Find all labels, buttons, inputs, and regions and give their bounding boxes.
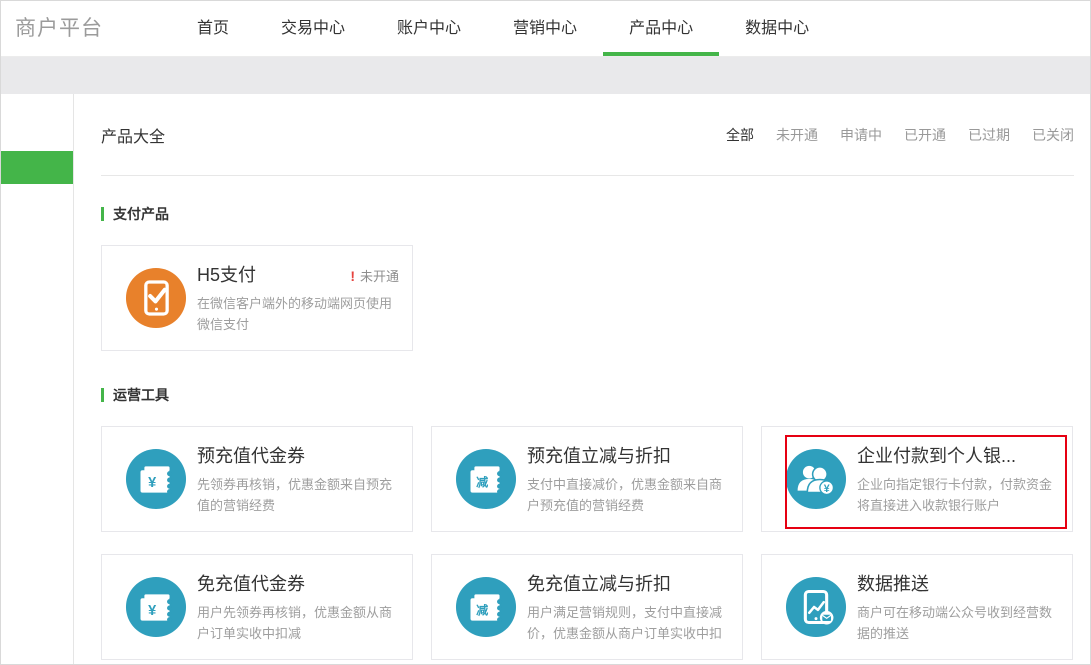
product-card-data-push[interactable]: 数据推送 商户可在移动端公众号收到经营数据的推送 xyxy=(761,554,1073,660)
nav-item-home[interactable]: 首页 xyxy=(171,1,255,56)
product-title: 免充值代金券 xyxy=(197,570,305,596)
main-content: 产品大全 全部 未开通 申请中 已开通 已过期 已关闭 支付产品 xyxy=(74,94,1090,664)
filter-not-opened[interactable]: 未开通 xyxy=(776,125,818,145)
section-marker xyxy=(101,207,104,221)
coupon-yen-icon: ¥ xyxy=(125,448,187,510)
status-badge: !未开通 xyxy=(350,266,401,285)
coupon-minus-icon: 减 xyxy=(455,576,517,638)
product-card-h5-pay[interactable]: H5支付 !未开通 在微信客户端外的移动端网页使用微信支付 xyxy=(101,245,413,351)
nav-item-trade-center[interactable]: 交易中心 xyxy=(255,1,371,56)
coupon-yen-icon: ¥ xyxy=(125,576,187,638)
page-title: 产品大全 xyxy=(101,123,165,147)
filter-closed[interactable]: 已关闭 xyxy=(1032,125,1074,145)
phone-chart-icon xyxy=(785,576,847,638)
filter-applying[interactable]: 申请中 xyxy=(840,125,882,145)
product-title: 企业付款到个人银... xyxy=(857,442,1016,468)
product-description: 支付中直接减价，优惠金额来自商户预充值的营销经费 xyxy=(527,474,731,516)
phone-check-icon xyxy=(125,267,187,329)
svg-text:¥: ¥ xyxy=(148,603,157,619)
product-card-enterprise-payment[interactable]: ¥ 企业付款到个人银... 企业向指定银行卡付款，付款资金将直接进入收款银行账户 xyxy=(761,426,1073,532)
operation-tools-grid: ¥ 预充值代金券 先领券再核销，优惠金额来自预充值的营销经费 减 xyxy=(101,426,1074,660)
sub-header-strip xyxy=(1,57,1090,94)
product-title: 数据推送 xyxy=(857,570,929,596)
nav-item-data-center[interactable]: 数据中心 xyxy=(719,1,835,56)
top-navbar: 商户平台 首页 交易中心 账户中心 营销中心 产品中心 数据中心 xyxy=(1,1,1090,57)
nav-item-account-center[interactable]: 账户中心 xyxy=(371,1,487,56)
payment-products-grid: H5支付 !未开通 在微信客户端外的移动端网页使用微信支付 xyxy=(101,245,1074,351)
product-card-prepaid-voucher[interactable]: ¥ 预充值代金券 先领券再核销，优惠金额来自预充值的营销经费 xyxy=(101,426,413,532)
product-description: 在微信客户端外的移动端网页使用微信支付 xyxy=(197,293,401,335)
svg-text:¥: ¥ xyxy=(148,475,157,491)
sidebar-selected-item[interactable] xyxy=(1,151,73,184)
main-nav: 首页 交易中心 账户中心 营销中心 产品中心 数据中心 xyxy=(171,1,835,56)
product-description: 商户可在移动端公众号收到经营数据的推送 xyxy=(857,602,1061,644)
product-title: 免充值立减与折扣 xyxy=(527,570,671,596)
app-window: 商户平台 首页 交易中心 账户中心 营销中心 产品中心 数据中心 产品大全 全部… xyxy=(0,0,1091,665)
svg-text:减: 减 xyxy=(476,602,488,617)
status-filter-bar: 全部 未开通 申请中 已开通 已过期 已关闭 xyxy=(726,125,1074,145)
svg-text:减: 减 xyxy=(476,474,488,489)
coupon-minus-icon: 减 xyxy=(455,448,517,510)
exclamation-icon: ! xyxy=(350,268,355,284)
section-title-payment-products: 支付产品 xyxy=(101,204,1074,224)
people-pay-icon: ¥ xyxy=(785,448,847,510)
filter-expired[interactable]: 已过期 xyxy=(968,125,1010,145)
product-card-free-discount[interactable]: 减 免充值立减与折扣 用户满足营销规则，支付中直接减价，优惠金额从商户订单实收中… xyxy=(431,554,743,660)
section-title-operation-tools: 运营工具 xyxy=(101,385,1074,405)
product-title: 预充值代金券 xyxy=(197,442,305,468)
left-sidebar xyxy=(1,94,74,664)
product-card-free-voucher[interactable]: ¥ 免充值代金券 用户先领券再核销，优惠金额从商户订单实收中扣减 xyxy=(101,554,413,660)
page-header: 产品大全 全部 未开通 申请中 已开通 已过期 已关闭 xyxy=(101,94,1074,176)
filter-all[interactable]: 全部 xyxy=(726,125,754,145)
product-description: 用户满足营销规则，支付中直接减价，优惠金额从商户订单实收中扣 xyxy=(527,602,731,644)
nav-item-product-center[interactable]: 产品中心 xyxy=(603,1,719,56)
filter-opened[interactable]: 已开通 xyxy=(904,125,946,145)
svg-text:¥: ¥ xyxy=(824,483,830,495)
platform-logo: 商户平台 xyxy=(15,1,165,56)
product-title: 预充值立减与折扣 xyxy=(527,442,671,468)
product-description: 先领券再核销，优惠金额来自预充值的营销经费 xyxy=(197,474,401,516)
product-card-prepaid-discount[interactable]: 减 预充值立减与折扣 支付中直接减价，优惠金额来自商户预充值的营销经费 xyxy=(431,426,743,532)
product-title: H5支付 xyxy=(197,261,256,287)
product-description: 企业向指定银行卡付款，付款资金将直接进入收款银行账户 xyxy=(857,474,1061,516)
nav-item-marketing-center[interactable]: 营销中心 xyxy=(487,1,603,56)
section-marker xyxy=(101,388,104,402)
product-description: 用户先领券再核销，优惠金额从商户订单实收中扣减 xyxy=(197,602,401,644)
